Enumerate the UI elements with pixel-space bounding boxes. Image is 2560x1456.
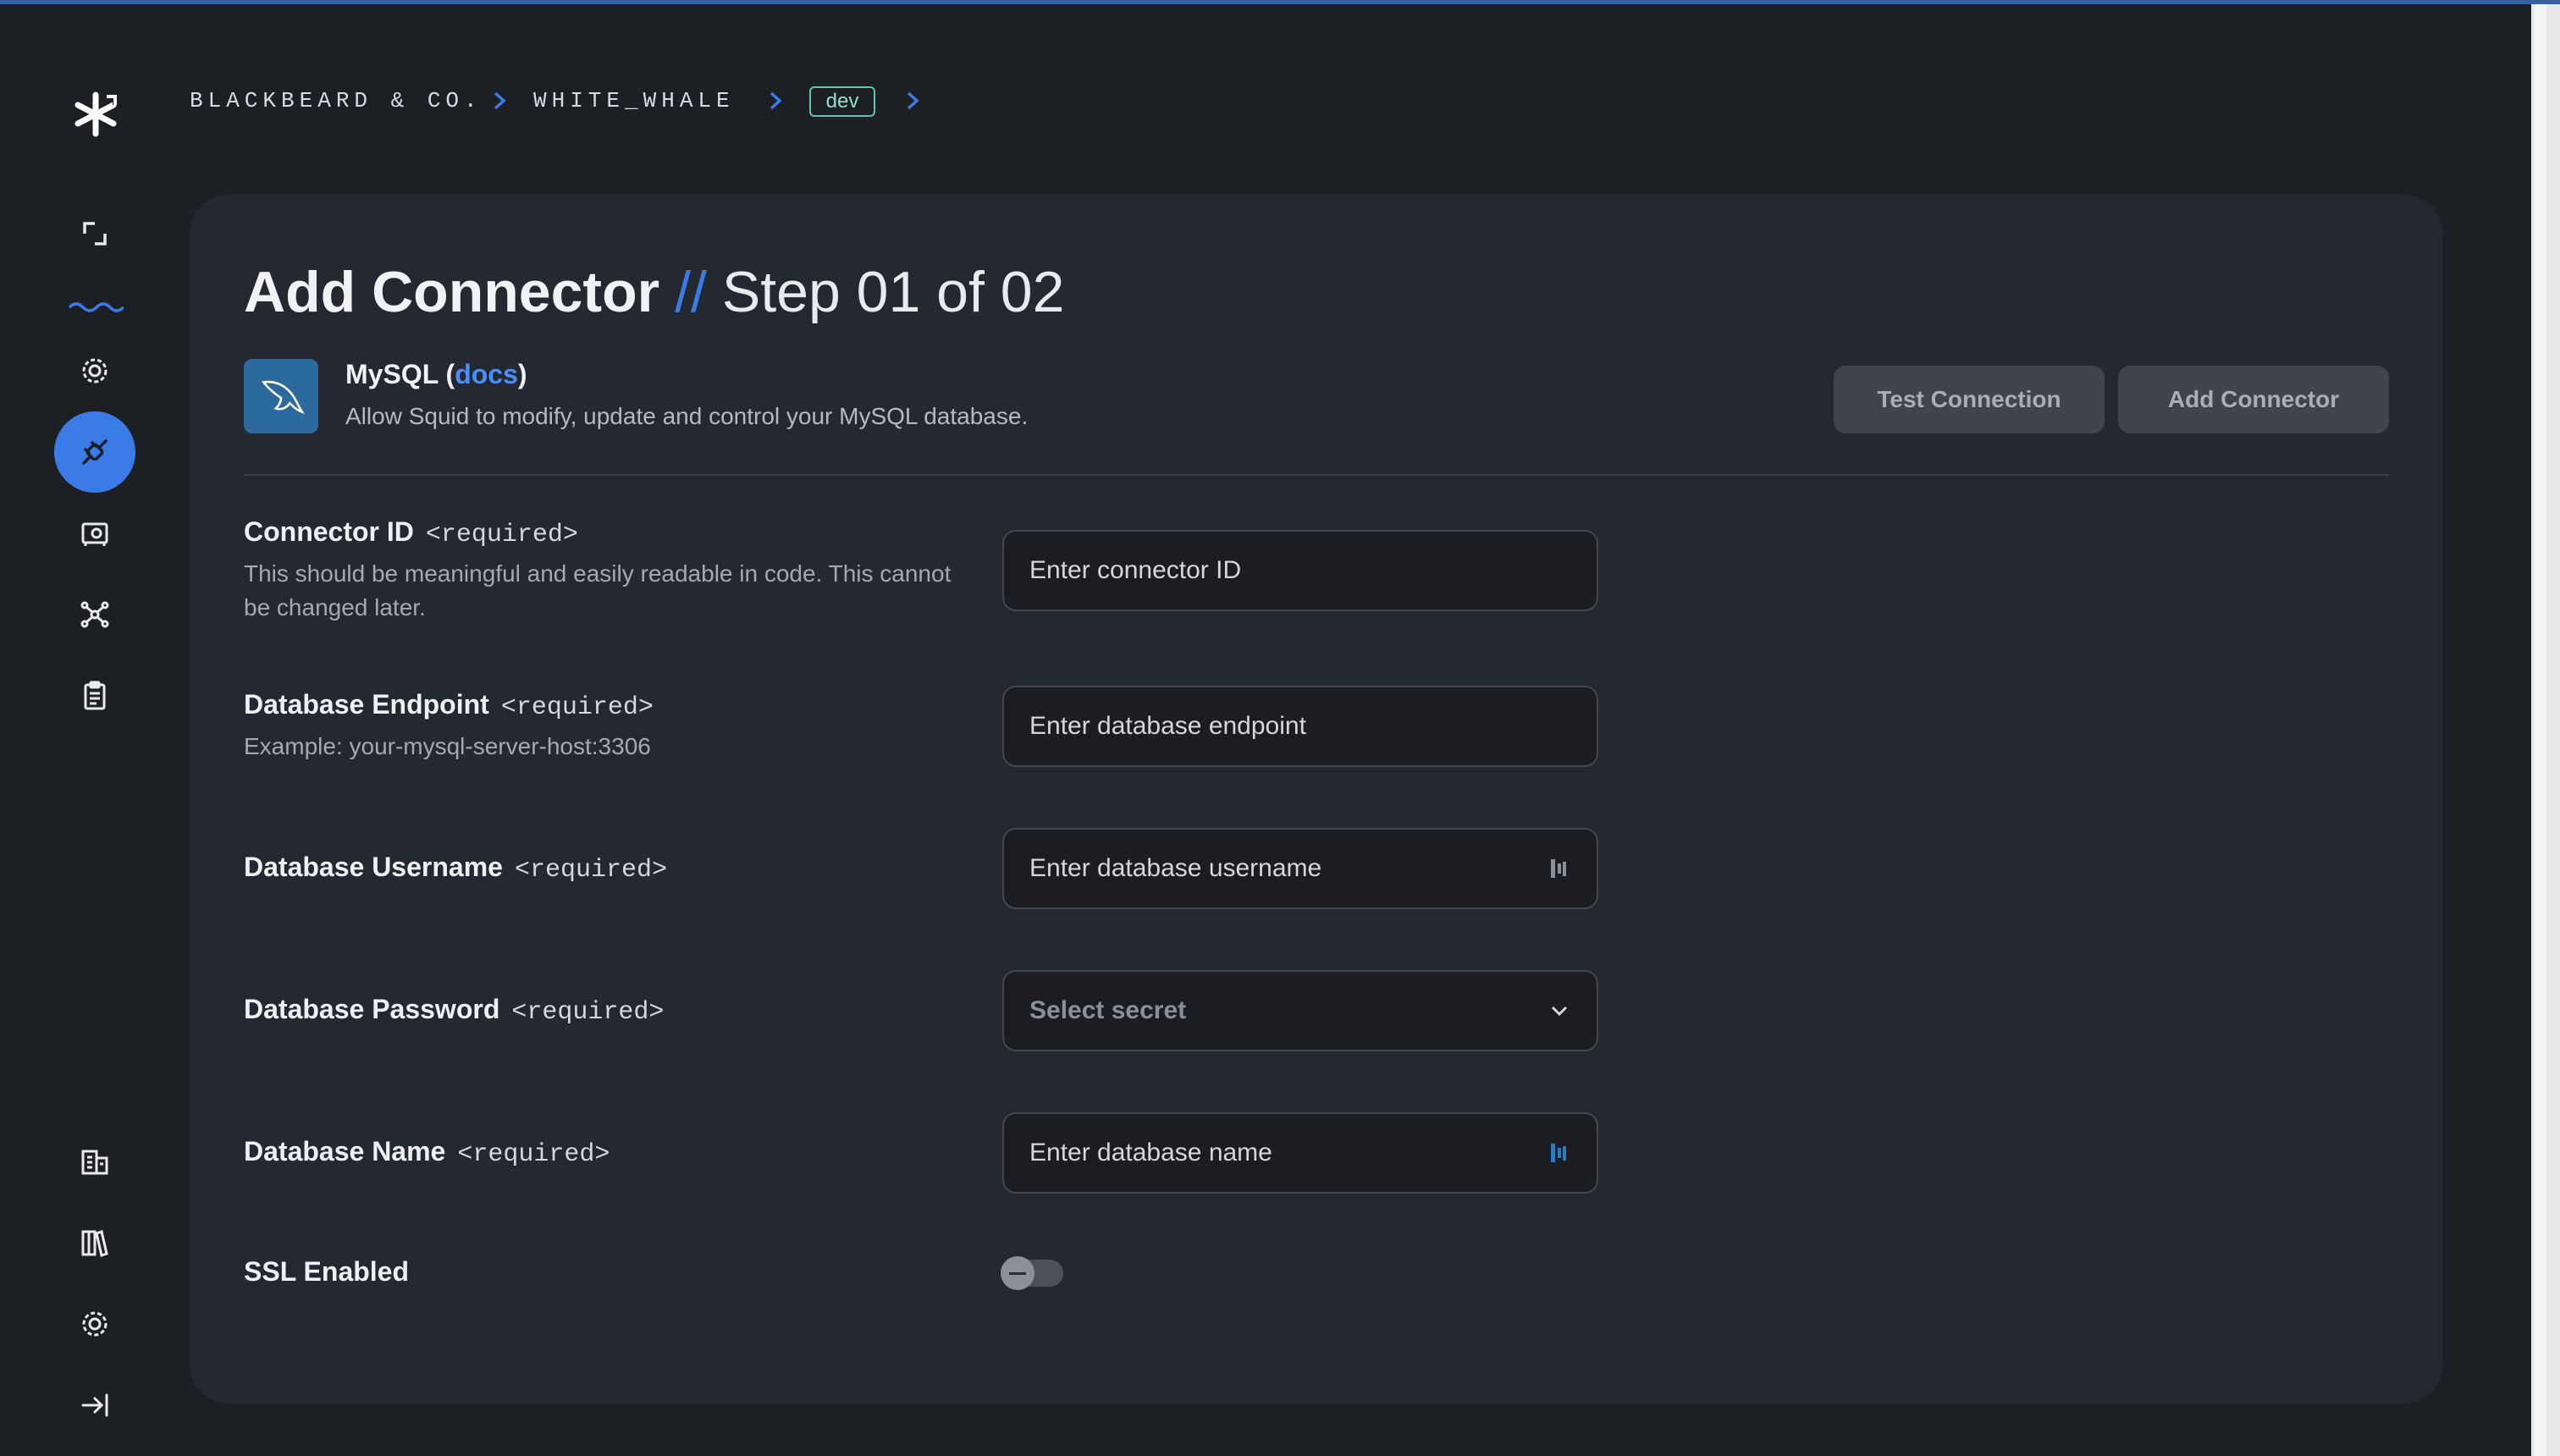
password-manager-icon[interactable] <box>1548 1141 1571 1165</box>
username-label-text: Database Username <box>244 852 503 882</box>
plug-icon[interactable] <box>54 411 135 493</box>
password-select-placeholder: Select secret <box>1029 996 1187 1024</box>
app-logo-icon[interactable] <box>71 90 120 139</box>
add-connector-button[interactable]: Add Connector <box>2118 366 2389 433</box>
chevron-right-icon <box>770 91 782 110</box>
page-title: Add Connector//Step 01 of 02 <box>244 259 1064 325</box>
connector-id-placeholder: Enter connector ID <box>1029 556 1242 584</box>
connector-id-label-text: Connector ID <box>244 516 414 547</box>
environment-badge[interactable]: dev <box>809 86 875 117</box>
connector-description: Allow Squid to modify, update and contro… <box>345 403 1029 429</box>
title-separator: // <box>675 260 707 324</box>
chevron-right-icon[interactable] <box>902 88 923 113</box>
step-indicator: Step 01 of 02 <box>721 260 1065 324</box>
connector-name-text: MySQL ( <box>345 359 455 389</box>
settings-icon[interactable] <box>69 1299 120 1349</box>
db-name-label: Database Name <required> <box>244 1136 610 1169</box>
connector-card <box>190 195 2443 1404</box>
mysql-dolphin-icon <box>244 359 318 433</box>
required-marker: <required> <box>514 856 667 885</box>
username-placeholder: Enter database username <box>1029 854 1322 882</box>
chevron-right-icon <box>494 91 506 110</box>
docs-link[interactable]: docs <box>455 359 518 389</box>
scrollbar[interactable] <box>2531 4 2560 1456</box>
password-manager-icon[interactable] <box>1548 857 1571 880</box>
db-name-input[interactable]: Enter database name <box>1002 1112 1598 1194</box>
required-marker: <required> <box>511 998 665 1027</box>
window-top-border <box>0 0 2560 4</box>
connector-id-input[interactable]: Enter connector ID <box>1002 530 1598 611</box>
connector-name-close: ) <box>517 359 527 389</box>
clipboard-icon[interactable] <box>69 670 120 721</box>
password-secret-select[interactable]: Select secret <box>1002 970 1598 1051</box>
endpoint-label: Database Endpoint <required> <box>244 689 654 722</box>
chevron-down-icon <box>1551 1006 1568 1017</box>
endpoint-input[interactable]: Enter database endpoint <box>1002 686 1598 767</box>
toggle-knob[interactable] <box>1001 1256 1034 1290</box>
divider <box>244 474 2389 476</box>
username-label: Database Username <required> <box>244 852 667 885</box>
network-icon[interactable] <box>69 589 120 640</box>
gear-icon[interactable] <box>69 345 120 396</box>
expand-icon[interactable] <box>69 208 120 259</box>
logout-icon[interactable] <box>69 1380 120 1431</box>
waves-icon[interactable] <box>68 298 125 317</box>
connector-id-help: This should be meaningful and easily rea… <box>244 560 952 620</box>
building-icon[interactable] <box>69 1136 120 1187</box>
db-name-label-text: Database Name <box>244 1136 446 1166</box>
ssl-toggle[interactable] <box>1001 1256 1063 1290</box>
endpoint-label-text: Database Endpoint <box>244 689 489 720</box>
connector-id-label: Connector ID <required> <box>244 516 578 549</box>
connector-name: MySQL (docs) <box>345 359 527 390</box>
ssl-label: SSL Enabled <box>244 1256 410 1287</box>
db-name-placeholder: Enter database name <box>1029 1139 1272 1166</box>
page-title-text: Add Connector <box>244 260 660 324</box>
books-icon[interactable] <box>69 1217 120 1268</box>
test-connection-button[interactable]: Test Connection <box>1834 366 2105 433</box>
endpoint-placeholder: Enter database endpoint <box>1029 712 1306 740</box>
vault-icon[interactable] <box>69 508 120 559</box>
username-input[interactable]: Enter database username <box>1002 828 1598 909</box>
password-label-text: Database Password <box>244 994 500 1024</box>
scrollbar-thumb[interactable] <box>2535 4 2546 1456</box>
required-marker: <required> <box>457 1140 610 1169</box>
required-marker: <required> <box>500 693 654 722</box>
breadcrumb-project[interactable]: WHITE_WHALE <box>533 88 735 113</box>
endpoint-help: Example: your-mysql-server-host:3306 <box>244 733 651 759</box>
password-label: Database Password <required> <box>244 994 664 1027</box>
required-marker: <required> <box>425 521 578 549</box>
breadcrumb-org[interactable]: BLACKBEARD & CO. <box>190 88 483 113</box>
